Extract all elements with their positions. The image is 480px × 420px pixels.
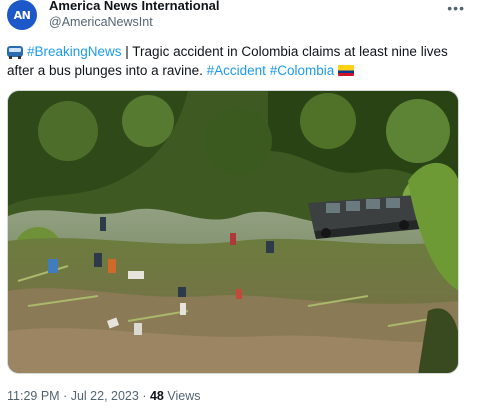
tweet-photo[interactable] xyxy=(7,90,459,374)
colombia-flag-icon xyxy=(338,65,355,76)
tweet-text: #BreakingNews | Tragic accident in Colom… xyxy=(7,42,467,80)
hashtag-accident[interactable]: #Accident xyxy=(207,63,266,78)
meta-separator: · xyxy=(63,389,68,403)
accident-scene-image xyxy=(8,91,458,373)
hashtag-colombia[interactable]: #Colombia xyxy=(270,63,335,78)
views-label: Views xyxy=(167,389,201,403)
views-count: 48 xyxy=(149,389,164,403)
hashtag-breakingnews[interactable]: #BreakingNews xyxy=(27,44,122,59)
avatar[interactable]: AN xyxy=(7,0,37,30)
tweet-card: AN America News International @AmericaNe… xyxy=(0,0,480,420)
tweet-meta: 11:29 PM · Jul 22, 2023 · 48 Views xyxy=(7,389,200,403)
author-display-name[interactable]: America News International xyxy=(49,0,220,14)
tweet-time[interactable]: 11:29 PM xyxy=(7,389,60,403)
bus-icon xyxy=(7,46,23,59)
avatar-logo-text: AN xyxy=(13,8,31,22)
author-names: America News International @AmericaNewsI… xyxy=(49,0,220,30)
tweet-date[interactable]: Jul 22, 2023 xyxy=(71,389,139,403)
more-icon[interactable]: ••• xyxy=(447,0,465,16)
meta-separator-2: · xyxy=(142,389,147,403)
tweet-header: AN America News International @AmericaNe… xyxy=(7,0,473,32)
author-handle[interactable]: @AmericaNewsInt xyxy=(49,14,220,30)
